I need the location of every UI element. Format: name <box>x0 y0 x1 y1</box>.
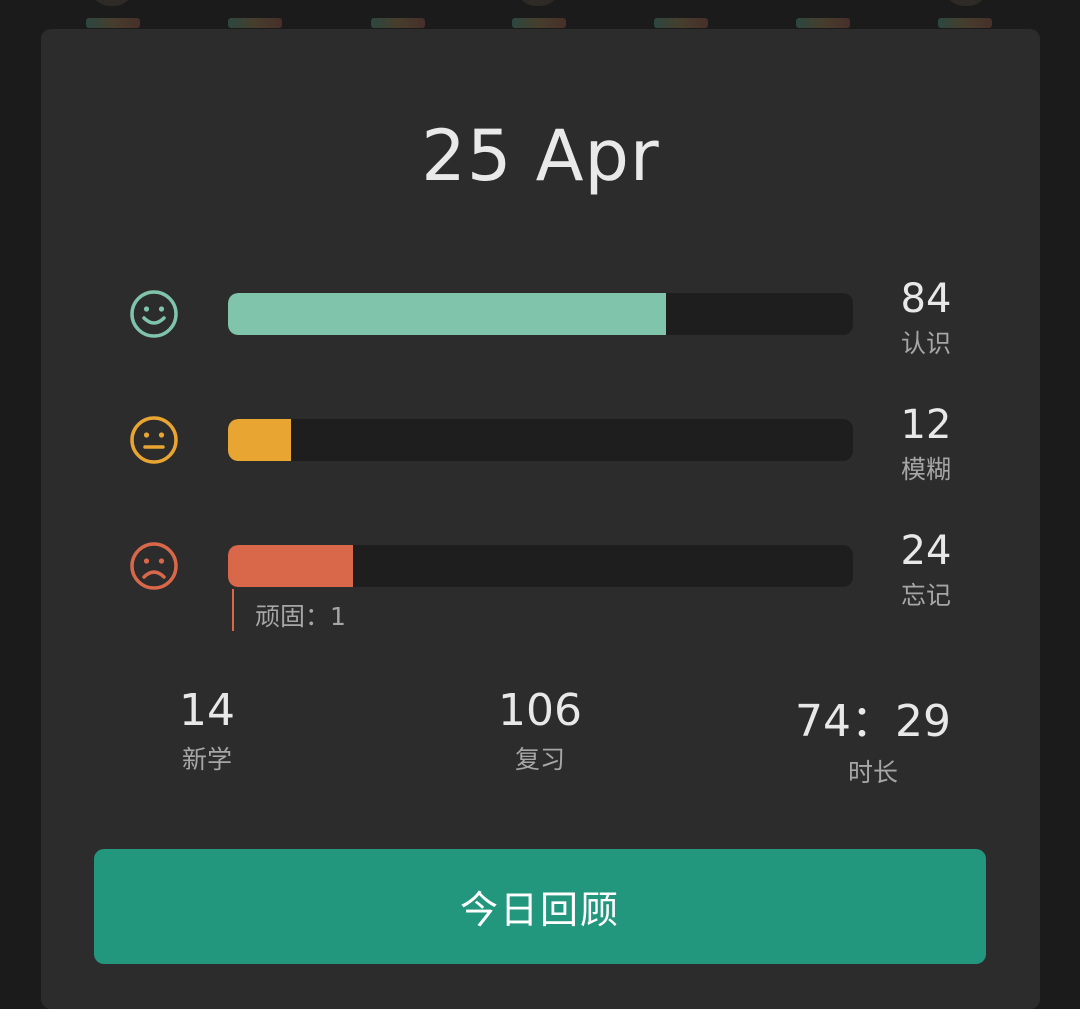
stubborn-label: 顽固：1 <box>255 602 346 631</box>
stat-duration-value: 74：29 <box>795 696 951 747</box>
daily-review-button[interactable]: 今日回顾 <box>94 849 986 964</box>
sad-face-icon <box>130 542 178 590</box>
background-day-chip <box>512 18 566 28</box>
know-progress-fill <box>228 293 666 335</box>
forgot-row: 24 忘记 <box>41 528 1040 610</box>
neutral-face-icon <box>130 416 178 464</box>
background-day-chip <box>86 18 140 28</box>
stat-new-label: 新学 <box>181 745 232 774</box>
background-calendar-strip <box>0 0 1080 30</box>
background-day-chip <box>371 18 425 28</box>
smile-face-icon <box>130 290 178 338</box>
forgot-label: 忘记 <box>900 581 951 610</box>
stubborn-marker <box>232 589 234 631</box>
background-face-icon <box>90 0 134 6</box>
fuzzy-progress-fill <box>228 419 291 461</box>
stat-duration: 74：29 时长 <box>753 685 993 789</box>
know-count: 84 <box>900 276 952 322</box>
daily-summary-card: 25 Apr 84 认识 12 模糊 24 忘记 顽固：1 14 新学 106 … <box>41 29 1040 1009</box>
background-day-chip <box>654 18 708 28</box>
stat-review-value: 106 <box>498 685 582 736</box>
know-progress-track <box>228 293 853 335</box>
background-day-chip <box>796 18 850 28</box>
fuzzy-progress-track <box>228 419 853 461</box>
stat-review: 106 复习 <box>420 685 660 776</box>
fuzzy-row: 12 模糊 <box>41 402 1040 484</box>
forgot-progress-fill <box>228 545 353 587</box>
stat-new-value: 14 <box>179 685 235 736</box>
stat-review-label: 复习 <box>514 745 565 774</box>
date-title: 25 Apr <box>421 115 660 197</box>
background-face-icon <box>944 0 988 6</box>
stat-new: 14 新学 <box>87 685 327 776</box>
know-row: 84 认识 <box>41 276 1040 358</box>
fuzzy-label: 模糊 <box>900 455 951 484</box>
background-day-chip <box>938 18 992 28</box>
forgot-progress-track <box>228 545 853 587</box>
background-face-icon <box>516 0 560 6</box>
stat-duration-label: 时长 <box>847 758 898 787</box>
background-day-chip <box>228 18 282 28</box>
fuzzy-count: 12 <box>900 402 952 448</box>
know-label: 认识 <box>900 329 951 358</box>
forgot-count: 24 <box>900 528 952 574</box>
